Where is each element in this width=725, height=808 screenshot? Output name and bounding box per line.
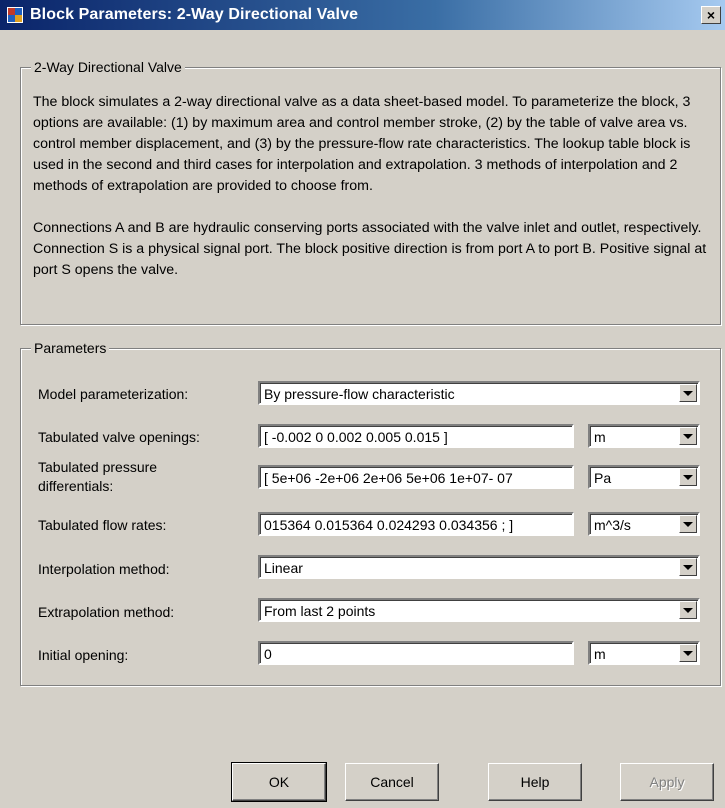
extrapolation-method-select[interactable]: From last 2 points	[258, 598, 700, 622]
chevron-down-icon[interactable]	[679, 515, 697, 533]
extrapolation-method-value: From last 2 points	[264, 603, 376, 619]
cancel-button[interactable]: Cancel	[345, 763, 439, 801]
flow-rates-unit-value: m^3/s	[594, 517, 631, 533]
initial-opening-label: Initial opening:	[38, 647, 129, 663]
chevron-down-icon[interactable]	[679, 427, 697, 445]
model-parameterization-value: By pressure-flow characteristic	[264, 386, 455, 402]
initial-opening-input[interactable]: 0	[258, 641, 574, 665]
chevron-down-icon[interactable]	[679, 468, 697, 486]
initial-opening-unit-value: m	[594, 646, 606, 662]
chevron-down-icon[interactable]	[679, 601, 697, 619]
model-parameterization-label: Model parameterization:	[38, 386, 189, 402]
interpolation-method-label: Interpolation method:	[38, 561, 170, 577]
description-group-label: 2-Way Directional Valve	[31, 59, 185, 75]
chevron-down-icon[interactable]	[679, 558, 697, 576]
description-group: 2-Way Directional Valve The block simula…	[20, 59, 721, 325]
pressure-differentials-unit-select[interactable]: Pa	[588, 465, 700, 489]
close-button[interactable]: ×	[701, 6, 721, 24]
chevron-down-icon[interactable]	[679, 644, 697, 662]
valve-openings-input[interactable]: [ -0.002 0 0.002 0.005 0.015 ]	[258, 424, 574, 448]
description-paragraph-2: Connections A and B are hydraulic conser…	[33, 220, 707, 278]
parameters-group-label: Parameters	[31, 340, 110, 356]
valve-openings-unit-select[interactable]: m	[588, 424, 700, 448]
title-bar: Block Parameters: 2-Way Directional Valv…	[0, 0, 725, 30]
help-button[interactable]: Help	[488, 763, 582, 801]
pressure-differentials-label-line2: differentials:	[38, 478, 114, 494]
description-paragraph-1: The block simulates a 2-way directional …	[33, 94, 691, 194]
flow-rates-label: Tabulated flow rates:	[38, 517, 167, 533]
flow-rates-input[interactable]: 015364 0.015364 0.024293 0.034356 ; ]	[258, 512, 574, 536]
pressure-differentials-unit-value: Pa	[594, 470, 612, 486]
interpolation-method-select[interactable]: Linear	[258, 555, 700, 579]
valve-openings-unit-value: m	[594, 429, 606, 445]
pressure-differentials-input[interactable]: 07 -5e+06 -2e+06 2e+06 5e+06 1e+07 ]	[258, 465, 574, 489]
model-parameterization-select[interactable]: By pressure-flow characteristic	[258, 381, 700, 405]
pressure-differentials-label-line1: Tabulated pressure	[38, 459, 158, 475]
initial-opening-unit-select[interactable]: m	[588, 641, 700, 665]
interpolation-method-value: Linear	[264, 560, 303, 576]
block-icon	[6, 6, 24, 24]
chevron-down-icon[interactable]	[679, 384, 697, 402]
extrapolation-method-label: Extrapolation method:	[38, 604, 175, 620]
ok-button[interactable]: OK	[231, 762, 327, 802]
description-text: The block simulates a 2-way directional …	[33, 92, 711, 281]
apply-button[interactable]: Apply	[620, 763, 714, 801]
valve-openings-label: Tabulated valve openings:	[38, 429, 200, 445]
flow-rates-unit-select[interactable]: m^3/s	[588, 512, 700, 536]
window-title: Block Parameters: 2-Way Directional Valv…	[30, 6, 359, 23]
